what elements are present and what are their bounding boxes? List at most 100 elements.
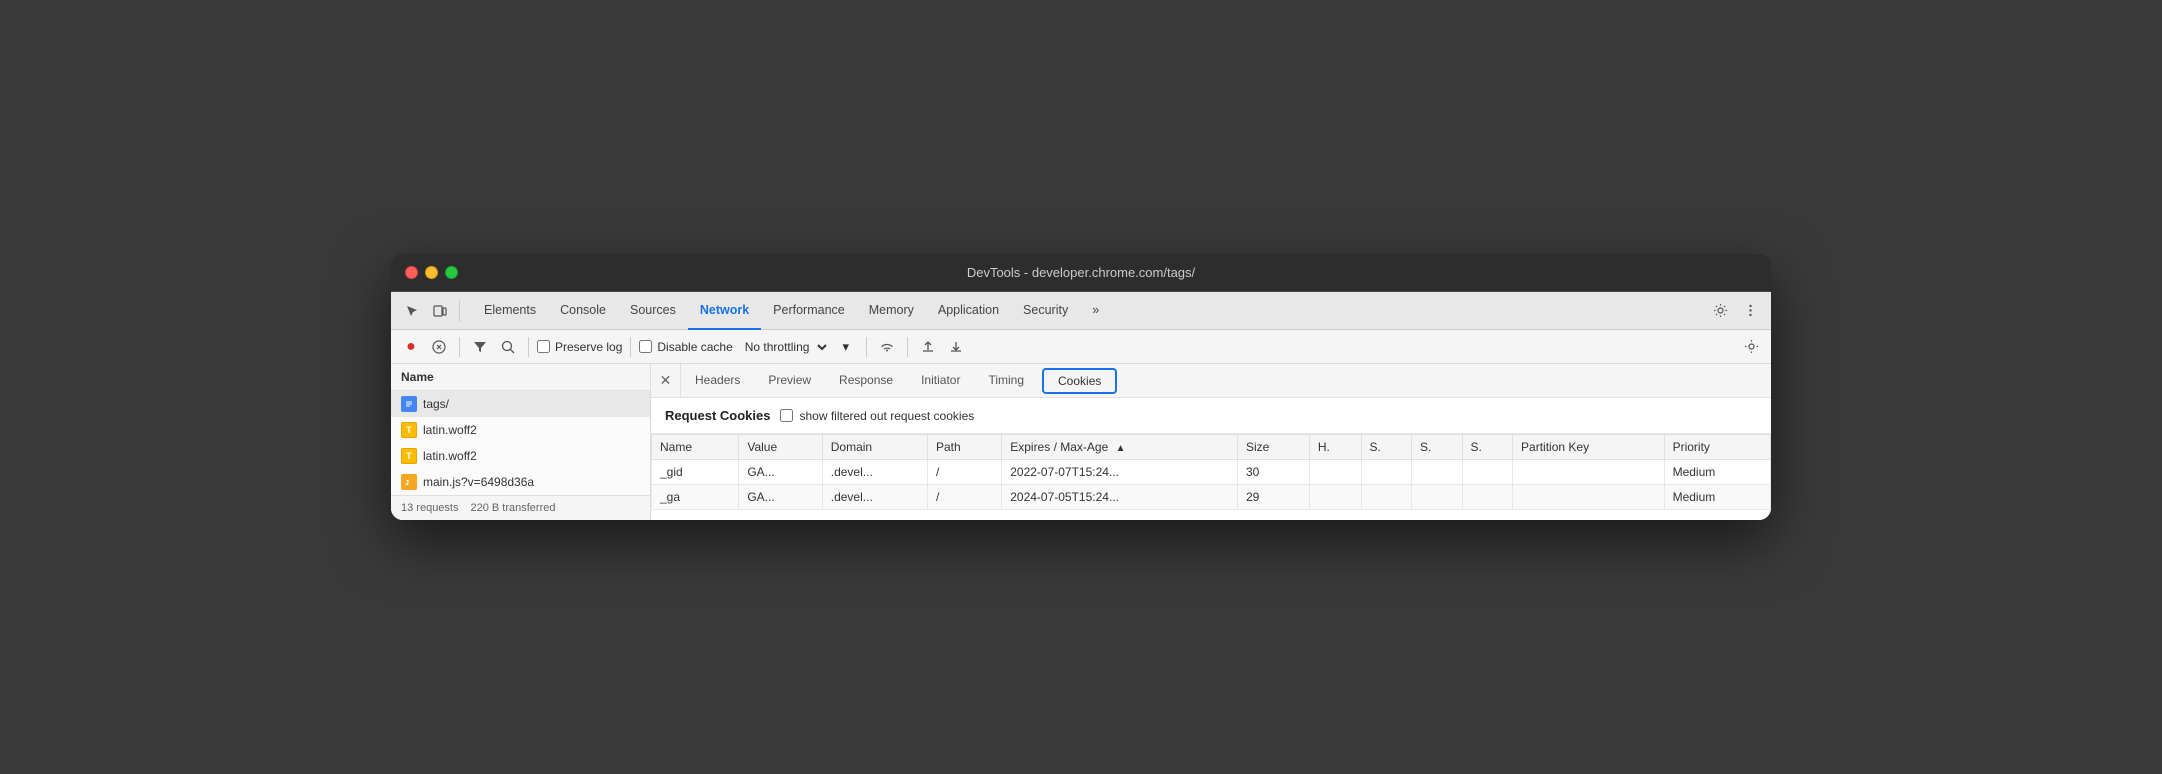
tab-memory[interactable]: Memory [857, 292, 926, 330]
req-tab-cookies[interactable]: Cookies [1042, 368, 1117, 394]
req-tab-preview[interactable]: Preview [754, 364, 825, 398]
close-detail-button[interactable]: ✕ [651, 364, 681, 398]
cell-h [1309, 460, 1361, 485]
right-panel: ✕ Headers Preview Response Initiator Tim… [651, 364, 1771, 520]
main-content: Name tags/ T latin.woff2 T latin.wo [391, 364, 1771, 520]
close-button[interactable] [405, 266, 418, 279]
titlebar: DevTools - developer.chrome.com/tags/ [391, 254, 1771, 292]
settings-icon-right[interactable] [1739, 335, 1763, 359]
stop-recording-icon[interactable] [427, 335, 451, 359]
svg-text:J: J [405, 480, 409, 487]
cell-expires: 2022-07-07T15:24... [1002, 460, 1238, 485]
col-partition-key[interactable]: Partition Key [1513, 435, 1665, 460]
html-icon [401, 396, 417, 412]
filter-icon[interactable] [468, 335, 492, 359]
col-s3[interactable]: S. [1462, 435, 1513, 460]
cell-value: GA... [739, 485, 822, 510]
request-count: 13 requests [401, 502, 458, 514]
tab-sources[interactable]: Sources [618, 292, 688, 330]
request-tabs: ✕ Headers Preview Response Initiator Tim… [651, 364, 1771, 398]
cell-size: 30 [1237, 460, 1309, 485]
col-s1[interactable]: S. [1361, 435, 1412, 460]
tabs-bar-right-icons [1707, 298, 1763, 324]
left-status: 13 requests 220 B transferred [391, 495, 650, 520]
cell-expires: 2024-07-05T15:24... [1002, 485, 1238, 510]
left-header: Name [391, 364, 650, 391]
cell-name: _gid [652, 460, 739, 485]
left-panel: Name tags/ T latin.woff2 T latin.wo [391, 364, 651, 520]
table-row[interactable]: _gidGA....devel.../2022-07-07T15:24...30… [652, 460, 1771, 485]
search-icon[interactable] [496, 335, 520, 359]
toolbar-divider-4 [866, 337, 867, 357]
tab-more[interactable]: » [1080, 292, 1111, 330]
file-item-latin2[interactable]: T latin.woff2 [391, 443, 650, 469]
cell-partition_key [1513, 460, 1665, 485]
file-list: tags/ T latin.woff2 T latin.woff2 J [391, 391, 650, 495]
req-tab-initiator[interactable]: Initiator [907, 364, 974, 398]
settings-gear-icon[interactable] [1707, 298, 1733, 324]
file-item-mainjs[interactable]: J main.js?v=6498d36a [391, 469, 650, 495]
table-row[interactable]: _gaGA....devel.../2024-07-05T15:24...29M… [652, 485, 1771, 510]
preserve-log-label[interactable]: Preserve log [537, 340, 622, 354]
tab-console[interactable]: Console [548, 292, 618, 330]
col-h[interactable]: H. [1309, 435, 1361, 460]
toolbar-divider [459, 300, 460, 322]
cookies-table-header-row: Name Value Domain Path Expires / Max-Age… [652, 435, 1771, 460]
file-name-latin2: latin.woff2 [423, 449, 477, 463]
toolbar-divider-5 [907, 337, 908, 357]
cell-s1 [1361, 485, 1412, 510]
maximize-button[interactable] [445, 266, 458, 279]
tab-security[interactable]: Security [1011, 292, 1080, 330]
main-tabs-bar: Elements Console Sources Network Perform… [391, 292, 1771, 330]
throttle-select[interactable]: No throttling [737, 337, 830, 357]
show-filtered-checkbox[interactable] [780, 409, 793, 422]
col-size[interactable]: Size [1237, 435, 1309, 460]
wifi-icon[interactable] [875, 335, 899, 359]
col-expires[interactable]: Expires / Max-Age ▲ [1002, 435, 1238, 460]
file-name-tags: tags/ [423, 397, 449, 411]
cell-partition_key [1513, 485, 1665, 510]
toolbar-divider-2 [528, 337, 529, 357]
cell-size: 29 [1237, 485, 1309, 510]
window-title: DevTools - developer.chrome.com/tags/ [967, 265, 1195, 280]
cell-s3 [1462, 485, 1513, 510]
cell-s3 [1462, 460, 1513, 485]
col-value[interactable]: Value [739, 435, 822, 460]
col-s2[interactable]: S. [1412, 435, 1463, 460]
disable-cache-label[interactable]: Disable cache [639, 340, 732, 354]
cell-s2 [1412, 485, 1463, 510]
col-path[interactable]: Path [927, 435, 1001, 460]
col-domain[interactable]: Domain [822, 435, 927, 460]
req-tab-headers[interactable]: Headers [681, 364, 754, 398]
tab-application[interactable]: Application [926, 292, 1011, 330]
devtools-window: DevTools - developer.chrome.com/tags/ El… [391, 254, 1771, 520]
more-options-icon[interactable] [1737, 298, 1763, 324]
preserve-log-checkbox[interactable] [537, 340, 550, 353]
tab-performance[interactable]: Performance [761, 292, 857, 330]
upload-icon[interactable] [916, 335, 940, 359]
devtools-body: Elements Console Sources Network Perform… [391, 292, 1771, 520]
req-tab-timing[interactable]: Timing [974, 364, 1038, 398]
network-toolbar: ● Preserve log Disable cache No t [391, 330, 1771, 364]
cell-path: / [927, 460, 1001, 485]
tab-network[interactable]: Network [688, 292, 761, 330]
device-toggle-icon[interactable] [427, 298, 453, 324]
minimize-button[interactable] [425, 266, 438, 279]
download-icon[interactable] [944, 335, 968, 359]
cell-s2 [1412, 460, 1463, 485]
col-name[interactable]: Name [652, 435, 739, 460]
cursor-icon[interactable] [399, 298, 425, 324]
file-item-latin1[interactable]: T latin.woff2 [391, 417, 650, 443]
file-item-tags[interactable]: tags/ [391, 391, 650, 417]
col-priority[interactable]: Priority [1664, 435, 1770, 460]
req-tab-response[interactable]: Response [825, 364, 907, 398]
tab-elements[interactable]: Elements [472, 292, 548, 330]
disable-cache-checkbox[interactable] [639, 340, 652, 353]
cell-name: _ga [652, 485, 739, 510]
throttle-dropdown-icon[interactable]: ▾ [834, 335, 858, 359]
cell-s1 [1361, 460, 1412, 485]
file-name-latin1: latin.woff2 [423, 423, 477, 437]
show-filtered-label[interactable]: show filtered out request cookies [780, 409, 974, 423]
cell-value: GA... [739, 460, 822, 485]
record-button[interactable]: ● [399, 335, 423, 359]
